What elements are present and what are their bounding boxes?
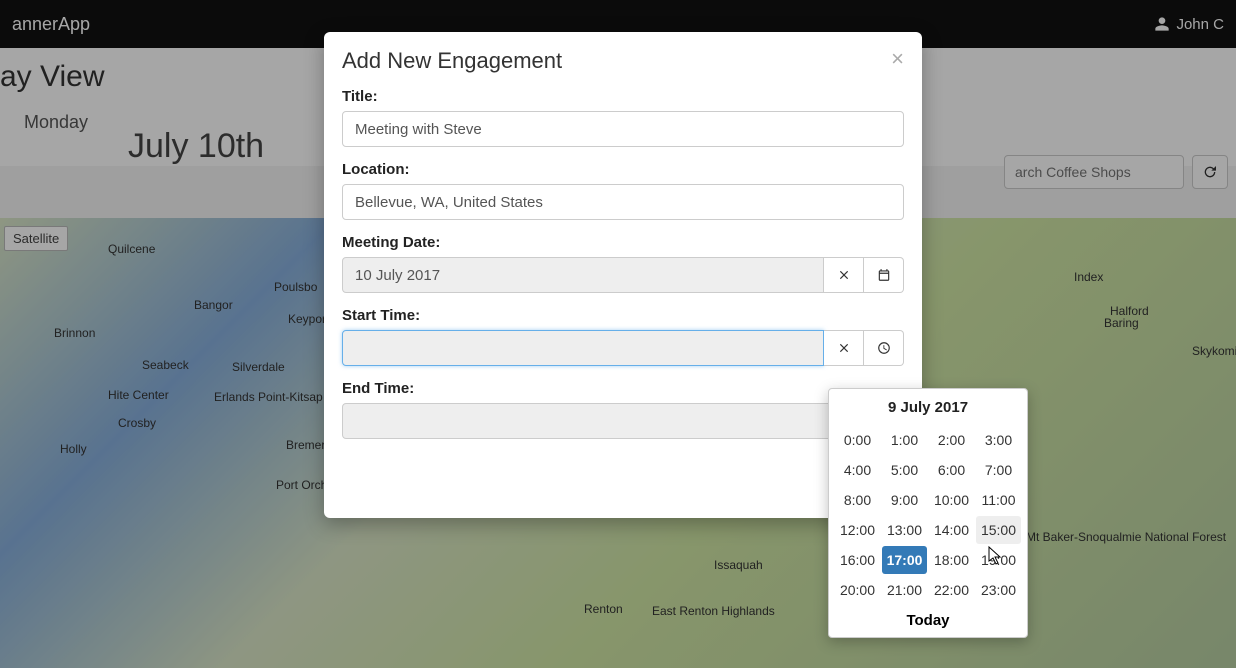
time-option[interactable]: 20:00 — [835, 576, 880, 604]
clear-date-button[interactable] — [824, 257, 864, 293]
modal-header: Add New Engagement × — [324, 32, 922, 84]
time-option[interactable]: 22:00 — [929, 576, 974, 604]
time-option[interactable]: 12:00 — [835, 516, 880, 544]
time-option[interactable]: 14:00 — [929, 516, 974, 544]
close-icon[interactable]: × — [891, 48, 904, 70]
time-option[interactable]: 6:00 — [929, 456, 974, 484]
time-option[interactable]: 21:00 — [882, 576, 927, 604]
time-option[interactable]: 10:00 — [929, 486, 974, 514]
close-icon — [837, 268, 851, 282]
time-option[interactable]: 18:00 — [929, 546, 974, 574]
time-option[interactable]: 19:00 — [976, 546, 1021, 574]
start-time-label: Start Time: — [342, 307, 904, 324]
clock-icon — [877, 341, 891, 355]
open-calendar-button[interactable] — [864, 257, 904, 293]
time-option[interactable]: 23:00 — [976, 576, 1021, 604]
time-option[interactable]: 11:00 — [976, 486, 1021, 514]
time-option[interactable]: 9:00 — [882, 486, 927, 514]
title-label: Title: — [342, 88, 904, 105]
time-option[interactable]: 17:00 — [882, 546, 927, 574]
time-picker: 9 July 2017 0:001:002:003:00 4:005:006:00… — [828, 388, 1028, 638]
time-option[interactable]: 13:00 — [882, 516, 927, 544]
time-option[interactable]: 7:00 — [976, 456, 1021, 484]
time-option[interactable]: 4:00 — [835, 456, 880, 484]
time-option[interactable]: 5:00 — [882, 456, 927, 484]
time-option[interactable]: 2:00 — [929, 426, 974, 454]
title-input[interactable] — [342, 111, 904, 147]
time-option[interactable]: 15:00 — [976, 516, 1021, 544]
timepicker-header[interactable]: 9 July 2017 — [835, 399, 1021, 416]
open-start-time-button[interactable] — [864, 330, 904, 366]
time-option[interactable]: 0:00 — [835, 426, 880, 454]
meeting-date-label: Meeting Date: — [342, 234, 904, 251]
time-option[interactable]: 1:00 — [882, 426, 927, 454]
time-option[interactable]: 16:00 — [835, 546, 880, 574]
end-time-label: End Time: — [342, 380, 904, 397]
meeting-date-input[interactable] — [342, 257, 824, 293]
clear-start-time-button[interactable] — [824, 330, 864, 366]
time-option[interactable]: 3:00 — [976, 426, 1021, 454]
calendar-icon — [877, 268, 891, 282]
end-time-input[interactable] — [342, 403, 864, 439]
close-icon — [837, 341, 851, 355]
time-option[interactable]: 8:00 — [835, 486, 880, 514]
location-label: Location: — [342, 161, 904, 178]
modal-title: Add New Engagement — [342, 48, 562, 74]
timepicker-today[interactable]: Today — [835, 612, 1021, 629]
start-time-input[interactable] — [342, 330, 824, 366]
location-input[interactable] — [342, 184, 904, 220]
